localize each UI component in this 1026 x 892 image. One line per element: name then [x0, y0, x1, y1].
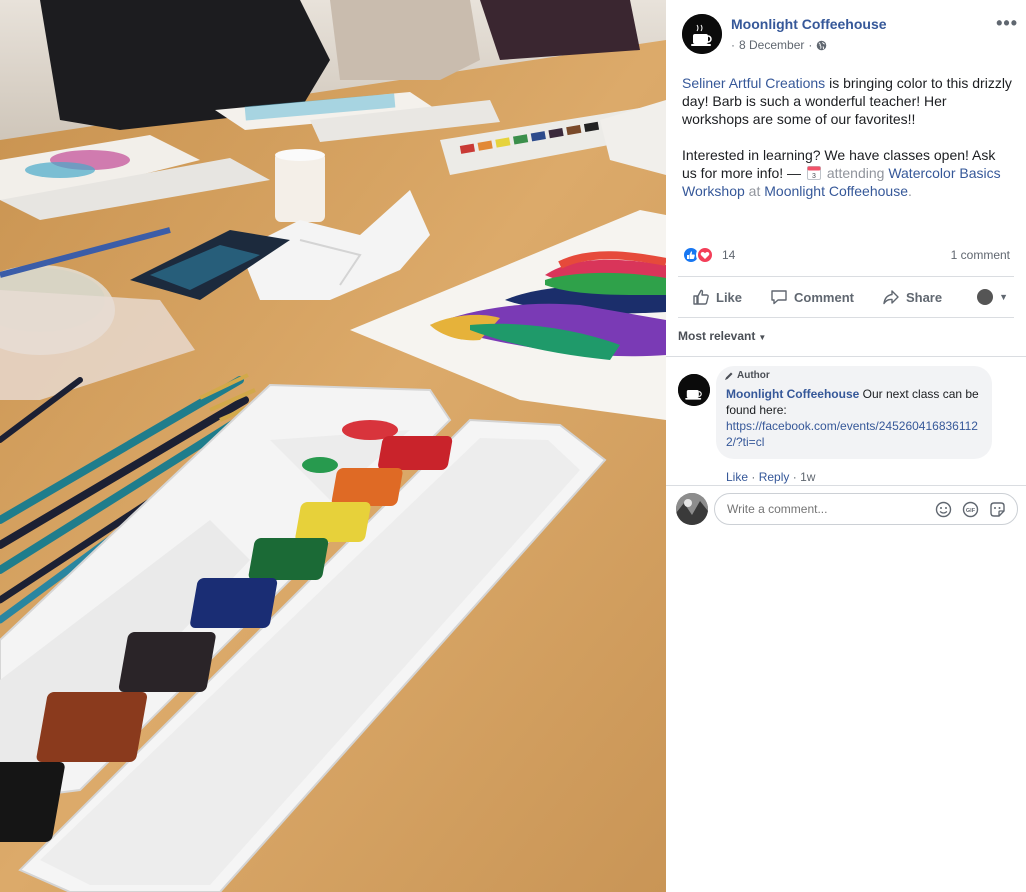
separator-dot: · — [808, 38, 813, 52]
composer-tools: GIF — [935, 501, 1006, 518]
post-meta: · 8 December · — [731, 38, 827, 52]
comment-sort-dropdown[interactable]: Most relevant ▼ — [678, 329, 766, 343]
coffee-cup-icon — [682, 14, 722, 54]
comment-composer: GIF — [666, 485, 1026, 531]
reaction-icons — [682, 246, 714, 264]
period: . — [907, 183, 912, 199]
more-options-icon[interactable]: ••• — [996, 14, 1018, 32]
location-link[interactable]: Moonlight Coffeehouse — [764, 183, 908, 199]
svg-text:GIF: GIF — [966, 508, 976, 514]
user-avatar — [977, 289, 994, 305]
like-button-label: Like — [716, 289, 743, 305]
at-label: at — [744, 183, 765, 199]
calendar-day: 3 — [812, 173, 816, 180]
reactions-summary[interactable]: 14 1 comment — [682, 245, 1010, 265]
comments-list: Moonlight Coffeehouse Our next class can… — [666, 356, 1026, 484]
pencil-icon — [725, 372, 733, 380]
tagged-page-link[interactable]: Seliner Artful Creations — [682, 75, 825, 91]
sticker-icon[interactable] — [989, 501, 1006, 518]
post-as-selector[interactable]: ▼ — [963, 277, 1014, 317]
emoji-icon[interactable] — [935, 501, 952, 518]
globe-icon[interactable] — [816, 40, 827, 51]
coffee-cup-icon — [678, 374, 710, 406]
comment-url-link[interactable]: https://facebook.com/events/245260416836… — [726, 419, 978, 449]
user-photo-icon — [676, 493, 708, 525]
share-arrow-icon — [883, 290, 899, 305]
comment-button[interactable]: Comment — [756, 277, 868, 317]
separator-dot: · — [751, 470, 759, 484]
gif-icon[interactable]: GIF — [962, 501, 979, 518]
comment-author-link[interactable]: Moonlight Coffeehouse — [726, 387, 859, 401]
commenter-avatar[interactable] — [678, 374, 710, 406]
comment-bubble-icon — [771, 290, 787, 305]
comment-button-label: Comment — [794, 289, 854, 305]
reaction-count[interactable]: 14 — [722, 248, 735, 262]
page-avatar[interactable] — [682, 14, 722, 54]
attending-label: attending — [826, 165, 885, 181]
page-name-link[interactable]: Moonlight Coffeehouse — [731, 16, 887, 32]
post-photo[interactable] — [0, 0, 666, 892]
share-button-label: Share — [905, 289, 943, 305]
comment-actions: Like · Reply · 1w — [726, 470, 815, 484]
comment-age[interactable]: 1w — [800, 470, 815, 484]
comment-like-button[interactable]: Like — [726, 470, 748, 484]
sort-label: Most relevant — [678, 329, 756, 343]
separator-dot: · — [792, 470, 801, 484]
author-badge-label: Author — [737, 370, 770, 381]
comment-reply-button[interactable]: Reply — [759, 470, 790, 484]
like-button[interactable]: Like — [678, 277, 756, 317]
chevron-down-icon: ▼ — [999, 292, 1008, 302]
post-message: Seliner Artful Creations is bringing col… — [682, 74, 1012, 218]
watercolor-workshop-photo — [0, 0, 666, 892]
share-button[interactable]: Share — [868, 277, 956, 317]
author-badge: Author — [724, 370, 770, 381]
post-side-panel: Moonlight Coffeehouse · 8 December · •••… — [666, 0, 1026, 892]
current-user-avatar[interactable] — [676, 493, 708, 525]
thumbs-up-icon — [693, 289, 709, 305]
post-action-bar: Like Comment Share ▼ — [678, 276, 1014, 318]
chevron-down-icon: ▼ — [758, 333, 767, 342]
love-reaction-icon — [696, 246, 714, 264]
post-header: Moonlight Coffeehouse · 8 December · ••• — [682, 14, 1018, 54]
post-date[interactable]: 8 December — [739, 38, 804, 52]
separator-dot: · — [731, 38, 735, 52]
calendar-icon: 3 — [806, 166, 821, 180]
comment-count[interactable]: 1 comment — [951, 248, 1010, 262]
